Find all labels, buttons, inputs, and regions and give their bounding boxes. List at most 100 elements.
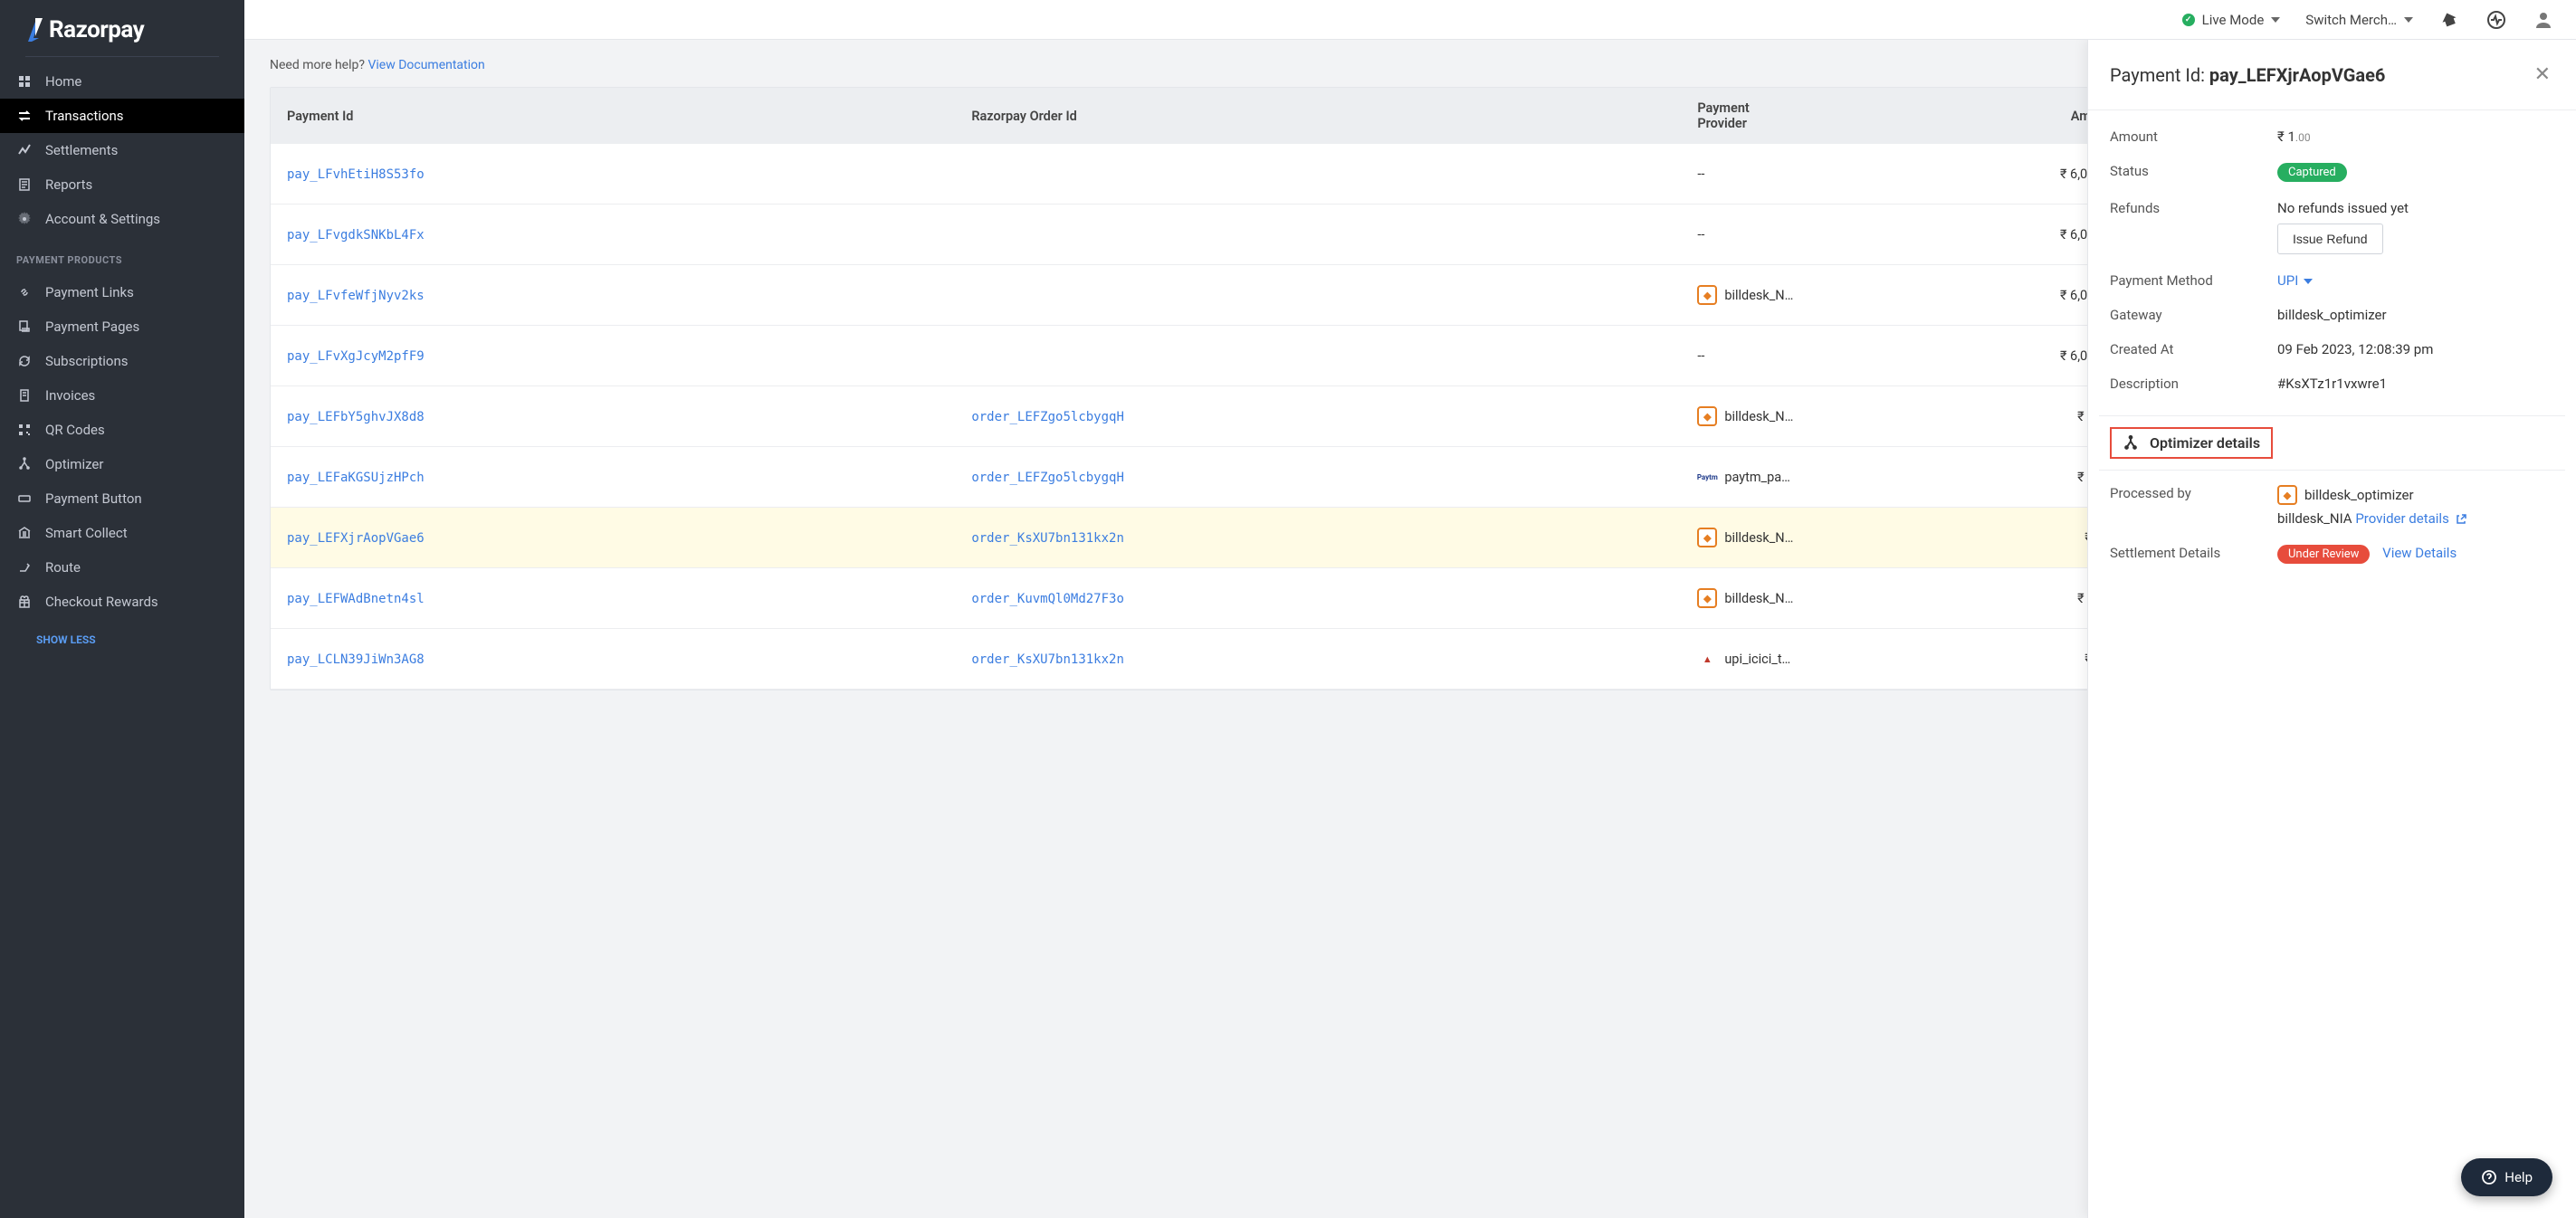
brand-name: Razorpay [49, 16, 144, 43]
provider-text: billdesk_N… [1724, 409, 1793, 424]
notifications-icon[interactable] [2438, 9, 2460, 31]
provider-text: billdesk_N… [1724, 530, 1793, 546]
order-id-link[interactable]: order_KsXU7bn131kx2n [971, 652, 1124, 667]
payment-id-link[interactable]: pay_LEFXjrAopVGae6 [287, 531, 425, 546]
qr-icon [16, 422, 33, 438]
value-desc: #KsXTz1r1vxwre1 [2277, 376, 2554, 392]
settlements-icon [16, 142, 33, 158]
help-icon [2481, 1169, 2497, 1185]
route-icon [16, 559, 33, 576]
nav-qr-codes[interactable]: QR Codes [0, 413, 244, 447]
nav-label: Home [45, 73, 81, 90]
profile-icon[interactable] [2533, 9, 2554, 31]
order-id-link[interactable]: order_LEFZgo5lcbygqH [971, 471, 1124, 485]
nav-payment-links[interactable]: Payment Links [0, 275, 244, 309]
nav-label: Payment Links [45, 284, 134, 300]
amount-cell: ₹ 10.00 [1806, 386, 2126, 447]
nav-settings[interactable]: Account & Settings [0, 202, 244, 236]
nav-label: Reports [45, 176, 92, 193]
payment-id-link[interactable]: pay_LFvXgJcyM2pfF9 [287, 349, 425, 364]
gift-icon [16, 594, 33, 610]
provider-details-link[interactable]: Provider details [2355, 510, 2467, 527]
live-mode-indicator-icon [2182, 14, 2195, 26]
optimizer-icon [2123, 435, 2139, 452]
nav-home[interactable]: Home [0, 64, 244, 99]
billdesk-icon: ◆ [1697, 588, 1717, 608]
payment-id-link[interactable]: pay_LEFWAdBnetn4sl [287, 592, 425, 606]
order-id-link[interactable]: order_LEFZgo5lcbygqH [971, 410, 1124, 424]
order-id-link[interactable]: order_KsXU7bn131kx2n [971, 531, 1124, 546]
nav-optimizer[interactable]: Optimizer [0, 447, 244, 481]
payment-id-link[interactable]: pay_LFvhEtiH8S53fo [287, 167, 425, 182]
payment-id-link[interactable]: pay_LEFbY5ghvJX8d8 [287, 410, 425, 424]
nav-label: Payment Pages [45, 319, 139, 335]
nav-label: Optimizer [45, 456, 103, 472]
issue-refund-button[interactable]: Issue Refund [2277, 224, 2383, 254]
nav-settlements[interactable]: Settlements [0, 133, 244, 167]
gear-icon [16, 211, 33, 227]
amount-cell: ₹ 1.00 [1806, 629, 2126, 690]
value-created: 09 Feb 2023, 12:08:39 pm [2277, 341, 2554, 357]
nav-label: Subscriptions [45, 353, 128, 369]
billdesk-icon: ◆ [1697, 406, 1717, 426]
label-status: Status [2110, 163, 2277, 182]
provider-text: -- [1697, 167, 1704, 182]
mode-switcher[interactable]: Live Mode [2182, 12, 2281, 28]
payment-id-link[interactable]: pay_LEFaKGSUjzHPch [287, 471, 425, 485]
provider-text: billdesk_N… [1724, 288, 1793, 303]
amount-cell: ₹ 1.00 [1806, 508, 2126, 568]
value-amount: ₹ 1.00 [2277, 128, 2554, 145]
refresh-icon [16, 353, 33, 369]
nav-label: Smart Collect [45, 525, 128, 541]
nav-label: Transactions [45, 108, 124, 124]
nav-payment-pages[interactable]: Payment Pages [0, 309, 244, 344]
nav-smart-collect[interactable]: Smart Collect [0, 516, 244, 550]
status-badge: Captured [2277, 163, 2347, 182]
activity-icon[interactable] [2485, 9, 2507, 31]
payment-id-link[interactable]: pay_LFvfeWfjNyv2ks [287, 289, 425, 303]
col-order-id: Razorpay Order Id [962, 88, 1688, 144]
home-icon [16, 73, 33, 90]
merchant-label: Switch Merch… [2305, 12, 2397, 28]
view-documentation-link[interactable]: View Documentation [367, 58, 484, 72]
nav-subscriptions[interactable]: Subscriptions [0, 344, 244, 378]
nav-label: Route [45, 559, 81, 576]
show-less-toggle[interactable]: SHOW LESS [0, 619, 244, 661]
amount-cell: ₹ 6,000.00 [1806, 205, 2126, 265]
payment-id-link[interactable]: pay_LCLN39JiWn3AG8 [287, 652, 425, 667]
label-method: Payment Method [2110, 272, 2277, 289]
nav-checkout-rewards[interactable]: Checkout Rewards [0, 585, 244, 619]
order-id-link[interactable]: order_KuvmQl0Md27F3o [971, 592, 1124, 606]
close-panel-button[interactable]: ✕ [2531, 60, 2554, 90]
amount-cell: ₹ 6,000.00 [1806, 265, 2126, 326]
help-fab-button[interactable]: Help [2461, 1158, 2552, 1196]
nav-label: Checkout Rewards [45, 594, 158, 610]
bank-icon [16, 525, 33, 541]
section-label-products: PAYMENT PRODUCTS [0, 236, 244, 275]
merchant-switcher[interactable]: Switch Merch… [2305, 12, 2413, 28]
label-amount: Amount [2110, 128, 2277, 145]
col-payment-id: Payment Id [271, 88, 962, 144]
nav-payment-button[interactable]: Payment Button [0, 481, 244, 516]
nav-reports[interactable]: Reports [0, 167, 244, 202]
processed-by-value: billdesk_optimizer [2304, 487, 2414, 503]
mode-label: Live Mode [2202, 12, 2265, 28]
chevron-down-icon [2271, 17, 2280, 23]
nav-transactions[interactable]: Transactions [0, 99, 244, 133]
external-link-icon [2455, 513, 2467, 526]
sidebar: Razorpay Home Transactions Settlements R… [0, 0, 244, 1218]
billdesk-icon: ◆ [1697, 528, 1717, 547]
label-processed: Processed by [2110, 485, 2277, 527]
view-details-link[interactable]: View Details [2382, 545, 2457, 561]
payment-method-dropdown[interactable]: UPI [2277, 272, 2313, 289]
label-gateway: Gateway [2110, 307, 2277, 323]
nav-invoices[interactable]: Invoices [0, 378, 244, 413]
payment-detail-panel: Payment Id: pay_LEFXjrAopVGae6 ✕ Amount₹… [2087, 40, 2576, 1218]
payment-id-link[interactable]: pay_LFvgdkSNKbL4Fx [287, 228, 425, 243]
nav-route[interactable]: Route [0, 550, 244, 585]
chevron-down-icon [2304, 279, 2313, 284]
reports-icon [16, 176, 33, 193]
invoice-icon [16, 387, 33, 404]
provider-text: upi_icici_t… [1724, 652, 1790, 667]
nav-label: Settlements [45, 142, 118, 158]
